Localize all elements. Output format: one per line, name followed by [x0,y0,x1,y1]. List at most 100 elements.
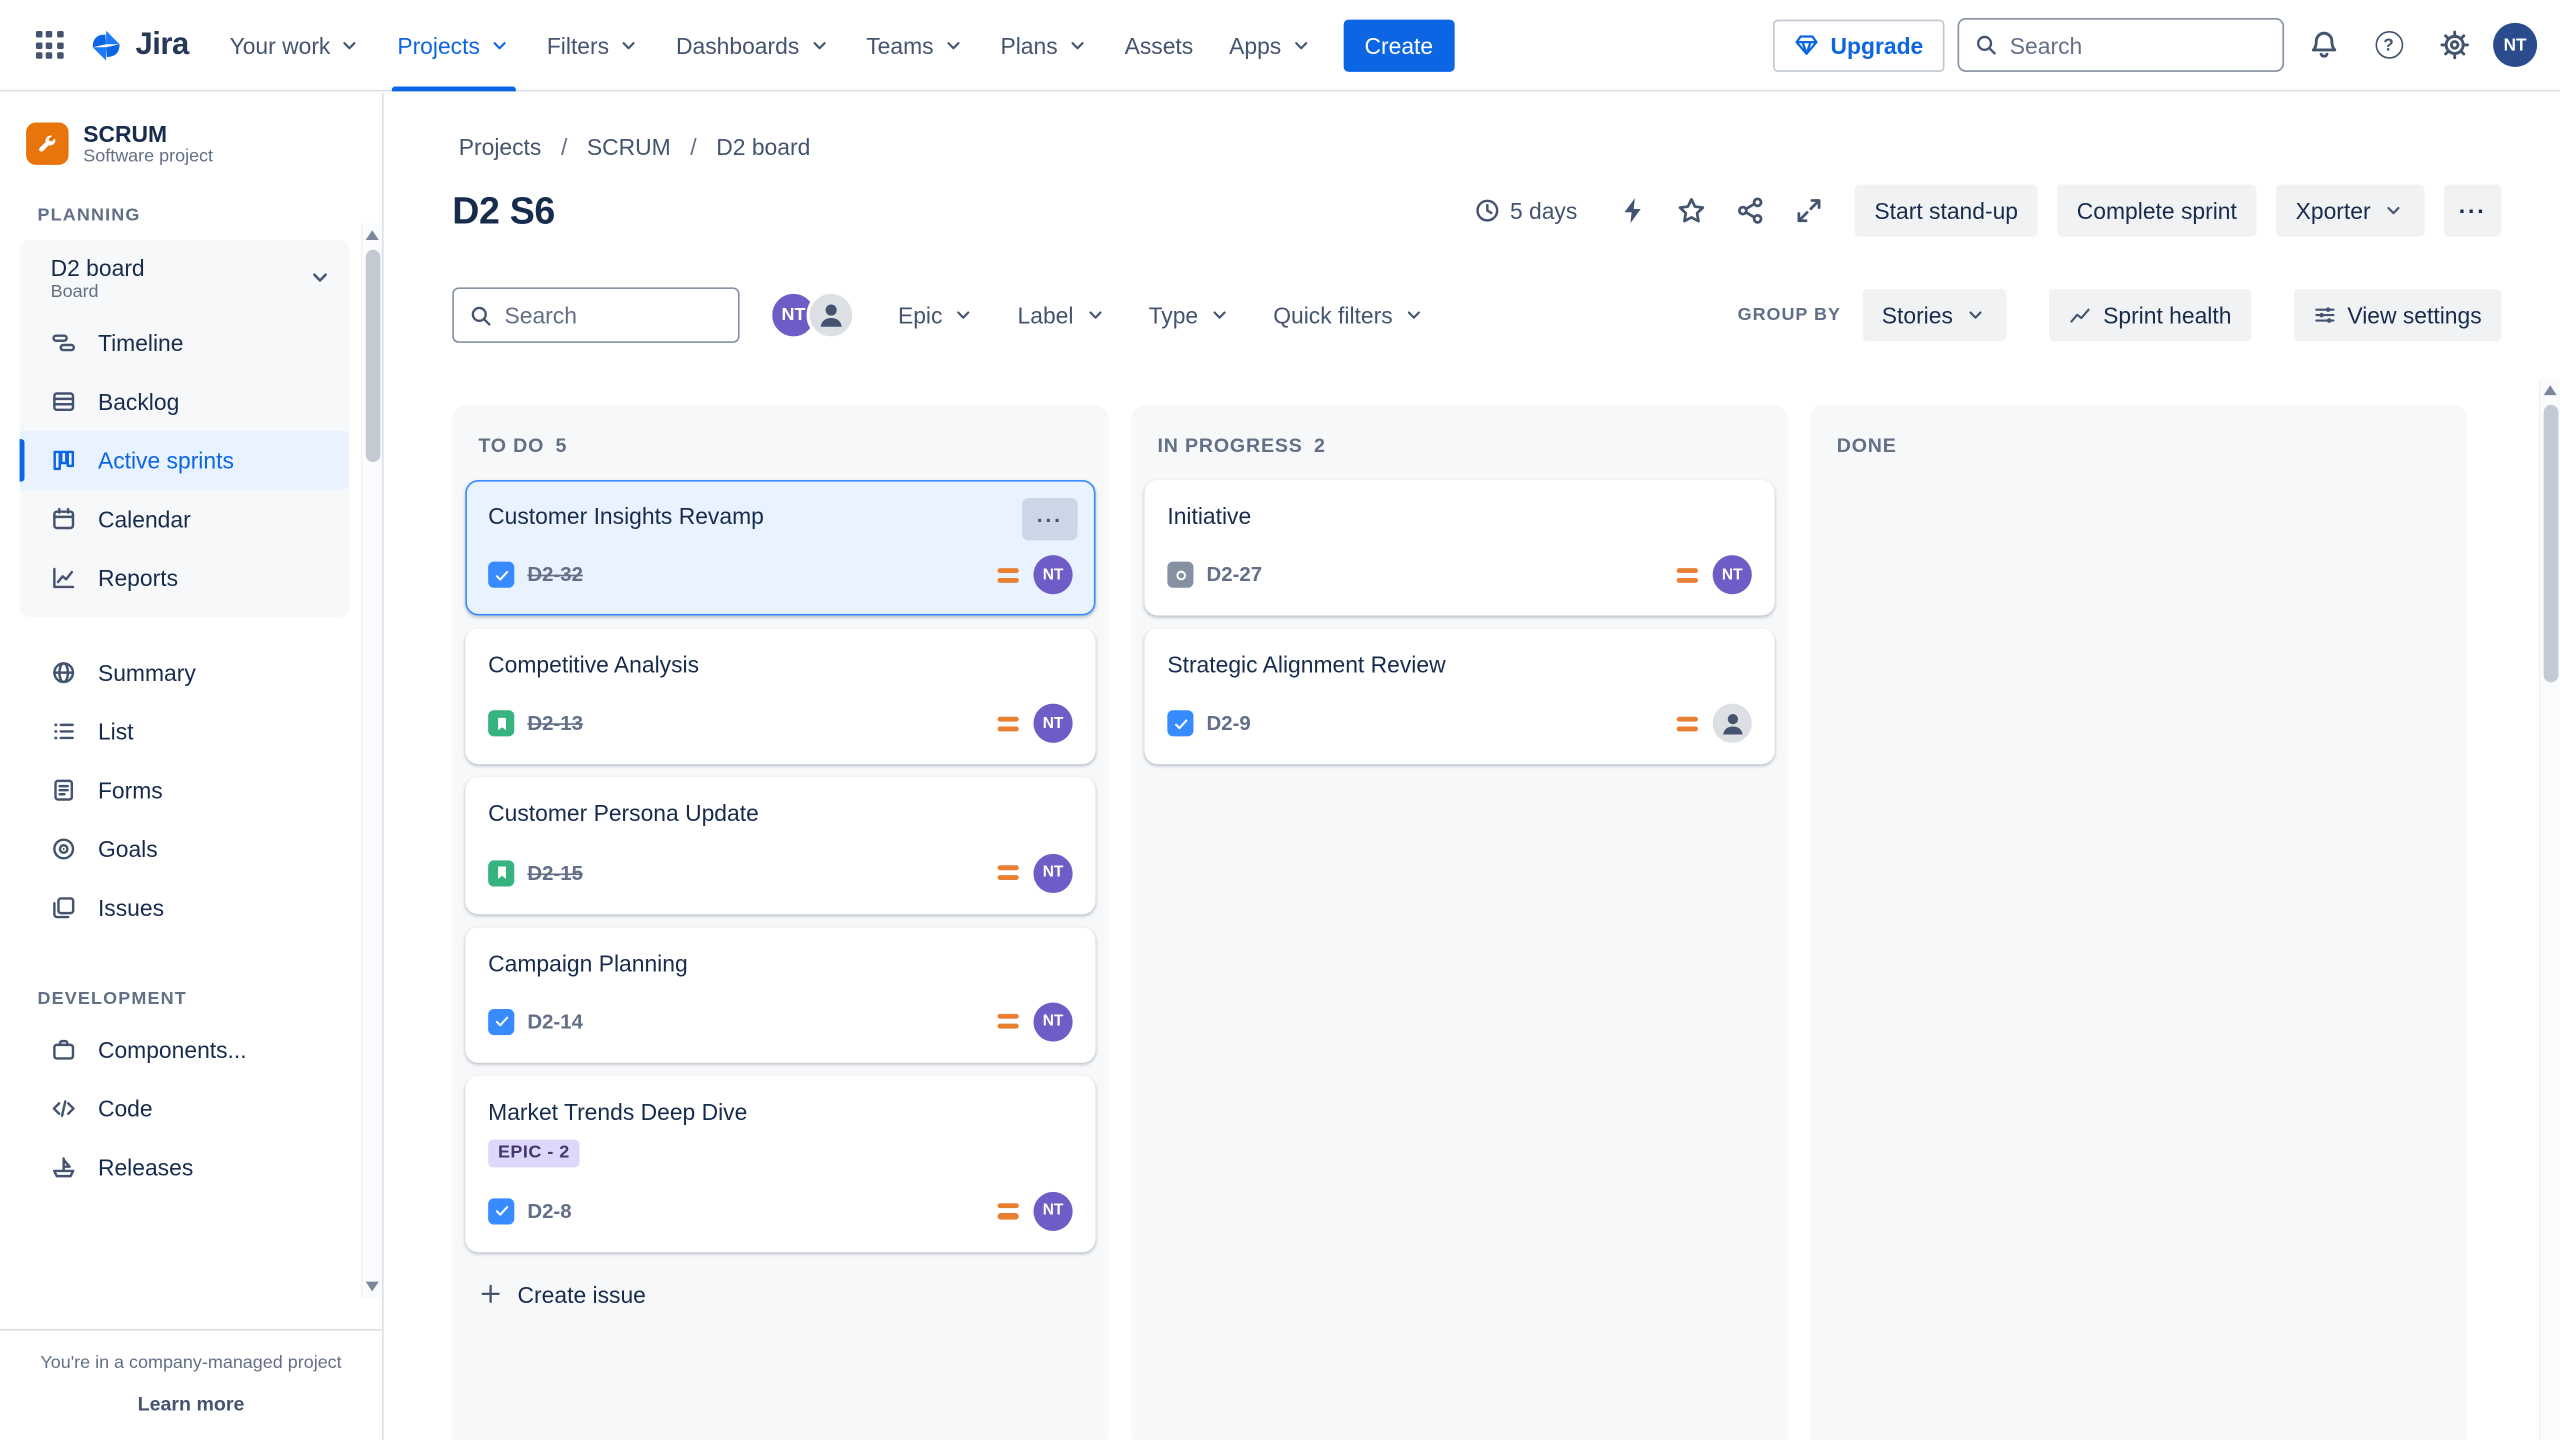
view-settings-button[interactable]: View settings [2293,289,2501,341]
create-issue-button[interactable]: Create issue [465,1265,659,1324]
nav-projects[interactable]: Projects [379,0,529,91]
complete-sprint-button[interactable]: Complete sprint [2057,184,2256,236]
settings-button[interactable] [2428,19,2480,71]
section-development: DEVELOPMENT [13,966,349,1020]
notifications-button[interactable] [2297,19,2349,71]
global-search-input[interactable] [2010,32,2306,58]
column-count: 5 [556,434,568,457]
scrollbar-thumb[interactable] [2543,405,2558,683]
sidebar-item-active-sprints[interactable]: Active sprints [20,431,350,490]
epic-label[interactable]: EPIC - 2 [488,1139,579,1167]
main-scrollbar[interactable] [2539,379,2560,1440]
sidebar-item-list[interactable]: List [20,702,350,761]
learn-more-link[interactable]: Learn more [20,1393,363,1416]
jira-logo-text: Jira [136,27,189,63]
column-header: TO DO 5 [465,418,1095,480]
breadcrumb-scrum[interactable]: SCRUM [580,131,677,164]
upgrade-button[interactable]: Upgrade [1773,19,1944,71]
board-search-input[interactable] [504,302,723,328]
label-filter[interactable]: Label [1018,302,1107,328]
assignee-avatar[interactable]: NT [1033,1192,1072,1231]
epic-filter[interactable]: Epic [898,302,975,328]
type-filter[interactable]: Type [1149,302,1231,328]
nav-filters[interactable]: Filters [529,0,658,91]
calendar-icon [51,506,77,532]
start-standup-button[interactable]: Start stand-up [1855,184,2038,236]
page-title: D2 S6 [452,189,555,233]
assignee-avatar[interactable]: NT [1713,555,1752,594]
quick-filters[interactable]: Quick filters [1273,302,1425,328]
board-card[interactable]: Competitive Analysis D2-13 NT [465,629,1095,765]
card-menu-button[interactable]: ··· [1022,498,1078,540]
breadcrumb-board[interactable]: D2 board [710,131,817,164]
scroll-down-button[interactable] [362,1275,382,1298]
nav-assets[interactable]: Assets [1107,0,1212,91]
xporter-button[interactable]: Xporter [2276,184,2424,236]
story-icon [488,711,514,737]
more-actions-button[interactable]: ··· [2444,184,2501,236]
nav-your-work[interactable]: Your work [212,0,380,91]
navbar-right: Upgrade ? NT [1773,18,2537,72]
create-button[interactable]: Create [1343,19,1454,71]
board-search [452,287,739,343]
fullscreen-button[interactable] [1783,184,1835,236]
sidebar-item-forms[interactable]: Forms [20,761,350,820]
group-by-select[interactable]: Stories [1862,289,2007,341]
user-avatar[interactable]: NT [2493,23,2537,67]
sprint-health-button[interactable]: Sprint health [2049,289,2251,341]
sidebar-item-goals[interactable]: Goals [20,819,350,878]
nav-teams[interactable]: Teams [848,0,982,91]
board-switcher[interactable]: D2 board Board [20,243,350,313]
column-in-progress: IN PROGRESS 2 Initiative D2-27 NT [1131,405,1787,1440]
title-row: D2 S6 5 days Start stand-up Complete spr… [452,178,2501,243]
filter-bar: NT Epic Label Type Quick filters GROUP B… [452,287,2501,343]
help-icon: ? [2375,31,2403,59]
chevron-down-icon [2382,199,2405,222]
project-header[interactable]: SCRUM Software project [0,93,382,183]
assignee-avatar[interactable]: NT [1033,1002,1072,1041]
sidebar-scrollbar[interactable] [361,224,382,1298]
star-button[interactable] [1665,184,1717,236]
share-icon [1736,196,1765,225]
sidebar-item-releases[interactable]: Releases [20,1138,350,1197]
board-card[interactable]: Strategic Alignment Review D2-9 [1144,629,1774,765]
sidebar-item-code[interactable]: Code [20,1079,350,1138]
automation-button[interactable] [1607,184,1659,236]
sidebar-item-summary[interactable]: Summary [20,643,350,702]
app-switcher-button[interactable] [23,19,75,71]
scrollbar-thumb[interactable] [365,250,380,462]
share-button[interactable] [1724,184,1776,236]
group-by-label: GROUP BY [1738,305,1841,325]
board-card[interactable]: Initiative D2-27 NT [1144,480,1774,616]
assignee-avatar[interactable]: NT [1033,853,1072,892]
jira-app: Jira Your work Projects Filters Dashboar… [0,0,2560,1440]
issue-key: D2-8 [527,1200,571,1223]
jira-logo[interactable]: Jira [88,27,189,63]
issue-key: D2-15 [527,861,583,884]
assignee-avatar-generic[interactable] [807,291,856,340]
sidebar-item-components[interactable]: Components... [20,1020,350,1079]
search-icon [1974,33,1998,57]
sidebar-item-backlog[interactable]: Backlog [20,372,350,431]
assignee-avatar-generic[interactable] [1713,704,1752,743]
assignee-avatar[interactable]: NT [1033,555,1072,594]
nav-apps[interactable]: Apps [1211,0,1330,91]
sidebar-item-reports[interactable]: Reports [20,548,350,607]
breadcrumb-projects[interactable]: Projects [452,131,548,164]
scroll-up-button[interactable] [362,224,382,247]
nav-plans[interactable]: Plans [983,0,1107,91]
assignee-avatar[interactable]: NT [1033,704,1072,743]
nav-dashboards[interactable]: Dashboards [658,0,848,91]
column-header: DONE [1824,418,2454,480]
sidebar-item-calendar[interactable]: Calendar [20,490,350,549]
board-card[interactable]: Campaign Planning D2-14 NT [465,927,1095,1063]
help-button[interactable]: ? [2362,19,2414,71]
board-card[interactable]: Customer Insights Revamp ··· D2-32 NT [465,480,1095,616]
board-card[interactable]: Customer Persona Update D2-15 NT [465,778,1095,914]
sprint-days-remaining[interactable]: 5 days [1474,198,1577,224]
sidebar-item-timeline[interactable]: Timeline [20,313,350,372]
scroll-up-button[interactable] [2540,379,2560,402]
globe-icon [51,659,77,685]
board-card[interactable]: Market Trends Deep Dive EPIC - 2 D2-8 NT [465,1076,1095,1253]
sidebar-item-issues[interactable]: Issues [20,878,350,937]
